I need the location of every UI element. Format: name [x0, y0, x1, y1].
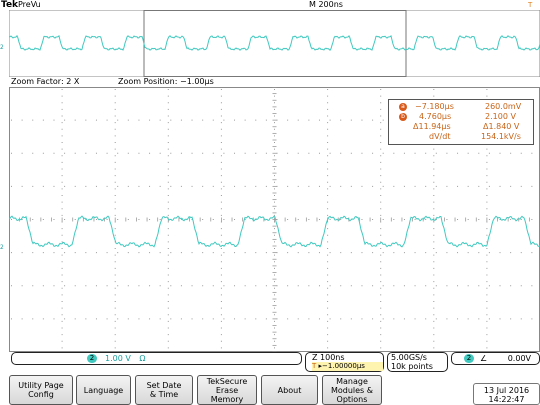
date-time-display: 13 Jul 2016 14:22:47: [473, 383, 540, 405]
cursor-a-time: −7.180µs: [415, 102, 454, 111]
top-bar: Tek PreVu M 200ns T: [0, 0, 540, 10]
trigger-readout[interactable]: 2 ∠ 0.00V: [451, 352, 540, 365]
cursor-delta-value: Δ1.840 V: [483, 122, 520, 131]
set-date-time-button[interactable]: Set Date & Time: [135, 375, 193, 405]
cursor-delta-time: Δ11.94µs: [413, 122, 451, 131]
manage-modules-options-button[interactable]: Manage Modules & Options: [322, 375, 382, 405]
main-timebase: M 200ns: [309, 0, 343, 9]
cursor-dvdt-label: dV/dt: [429, 132, 451, 141]
language-button[interactable]: Language: [76, 375, 131, 405]
trigger-level: 0.00V: [507, 354, 532, 363]
overview-waveform-panel: 2: [0, 9, 540, 78]
brand-logo: Tek: [1, 0, 19, 10]
cursor-a-icon: a: [399, 103, 407, 111]
zoom-position: Zoom Position: −1.00µs: [118, 77, 214, 86]
record-length: 10k points: [391, 362, 433, 371]
acquisition-mode: PreVu: [18, 0, 41, 9]
zoom-factor: Zoom Factor: 2 X: [11, 77, 80, 86]
cursor-a-value: 260.0mV: [485, 102, 522, 111]
zoom-info-bar: Zoom Factor: 2 X Zoom Position: −1.00µs: [0, 77, 540, 87]
ch2-ground-marker-icon: 2: [0, 244, 4, 251]
trigger-slope-icon: ∠: [480, 354, 488, 363]
status-row: 2 1.00 V Ω Z 100ns T ▸−1.00000µs 5.00GS/s…: [0, 351, 540, 372]
ch2-coupling-icon: Ω: [139, 354, 146, 363]
ch2-badge: 2: [87, 354, 97, 363]
cursor-b-icon: b: [399, 113, 407, 121]
cursor-b-value: 2.100 V: [485, 112, 516, 121]
acquisition-readout[interactable]: 5.00GS/s 10k points: [387, 352, 448, 372]
zoom-timebase: Z 100ns: [312, 353, 345, 362]
cursor-readout: a −7.180µs 260.0mV b 4.760µs 2.100 V Δ11…: [388, 99, 534, 145]
trigger-source-badge: 2: [464, 354, 474, 363]
zoom-timebase-readout[interactable]: Z 100ns T ▸−1.00000µs: [305, 352, 384, 372]
trigger-position-badge: T: [312, 362, 317, 370]
utility-page-config-button[interactable]: Utility Page Config: [9, 375, 73, 405]
ch2-ground-marker-icon: 2: [0, 44, 4, 51]
cursor-b-time: 4.760µs: [419, 112, 452, 121]
trigger-position: ▸−1.00000µs: [318, 362, 365, 370]
ch2-scale-readout[interactable]: 2 1.00 V Ω: [11, 352, 302, 365]
cursor-dvdt-value: 154.1kV/s: [481, 132, 521, 141]
trigger-marker-icon: T: [528, 1, 533, 9]
overview-waveform: [8, 9, 540, 78]
about-button[interactable]: About: [261, 375, 318, 405]
bottom-menu: Utility Page Config Language Set Date & …: [0, 372, 540, 405]
ch2-scale: 1.00 V: [105, 354, 131, 363]
sample-rate: 5.00GS/s: [391, 353, 427, 362]
teksecure-erase-memory-button[interactable]: TekSecure Erase Memory: [197, 375, 257, 405]
